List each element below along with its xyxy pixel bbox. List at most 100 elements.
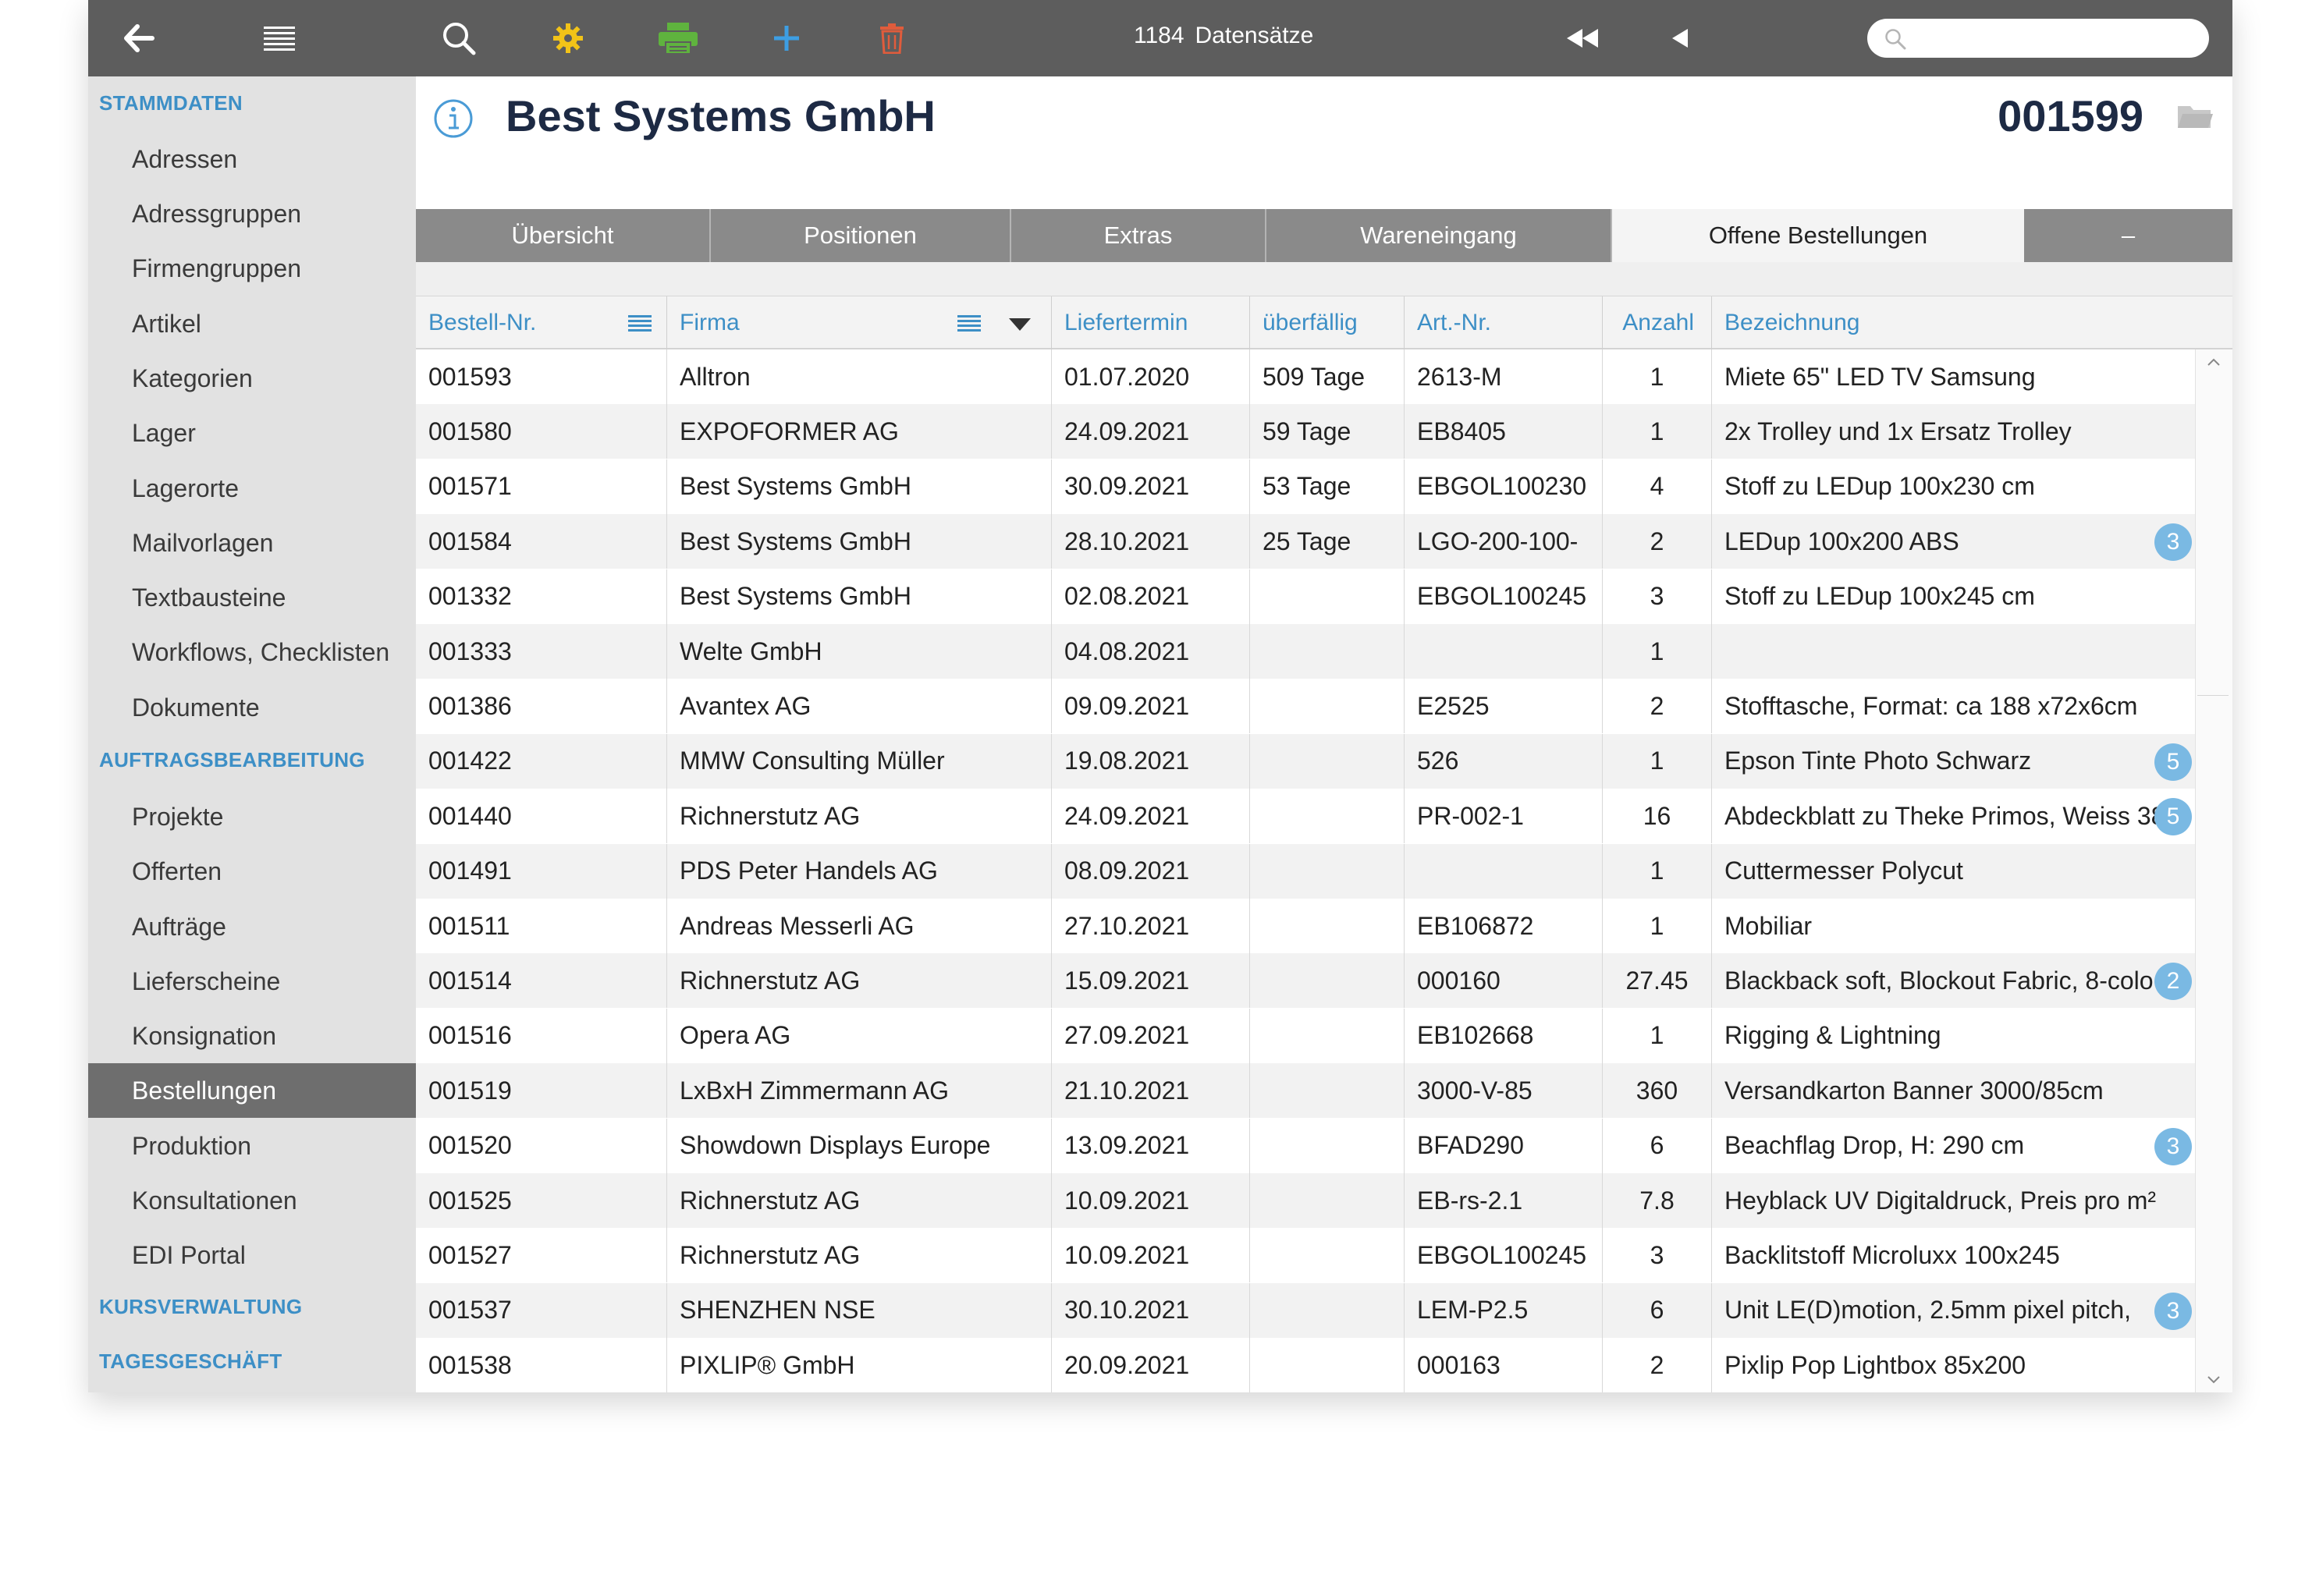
sidebar-item-lager[interactable]: Lager	[88, 406, 416, 460]
sidebar-item-adressen[interactable]: Adressen	[88, 132, 416, 186]
scrollbar[interactable]	[2195, 349, 2232, 1392]
sidebar-item-konsultationen[interactable]: Konsultationen	[88, 1173, 416, 1228]
cell-anzahl: 16	[1603, 789, 1712, 844]
search-icon	[443, 23, 476, 55]
sidebar-item-offerten[interactable]: Offerten	[88, 844, 416, 899]
search-button[interactable]	[424, 0, 494, 76]
cell-ueberfaellig: 53 Tage	[1250, 459, 1405, 514]
sidebar-section-stammdaten[interactable]: STAMMDATEN	[99, 87, 243, 119]
sidebar-item-mailvorlagen[interactable]: Mailvorlagen	[88, 516, 416, 570]
table-row[interactable]: 001519 LxBxH Zimmermann AG 21.10.2021 3000-…	[416, 1063, 2195, 1119]
column-header-firma[interactable]: Firma	[667, 296, 1052, 349]
cell-art-nr: E2525	[1405, 679, 1603, 734]
cell-liefertermin: 08.09.2021	[1052, 843, 1250, 899]
table-row[interactable]: 001514 Richnerstutz AG 15.09.2021 000160 27.…	[416, 953, 2195, 1009]
sidebar-item-konsignation[interactable]: Konsignation	[88, 1009, 416, 1063]
search-input[interactable]	[1913, 23, 2193, 54]
search-field[interactable]	[1867, 19, 2209, 58]
column-header-anzahl[interactable]: Anzahl	[1603, 296, 1712, 349]
count-badge[interactable]: 3	[2154, 1292, 2192, 1330]
previous-record-button[interactable]	[1649, 0, 1711, 76]
add-button[interactable]	[751, 0, 822, 76]
cell-firma: Richnerstutz AG	[667, 953, 1052, 1009]
cell-art-nr: EB106872	[1405, 899, 1603, 953]
scroll-thumb[interactable]	[2197, 378, 2229, 696]
sort-descending-icon[interactable]	[1009, 318, 1031, 331]
sidebar-section-tagesgeschaeft[interactable]: TAGESGESCHÄFT	[99, 1346, 282, 1377]
table-row[interactable]: 001527 Richnerstutz AG 10.09.2021 EBGOL1002…	[416, 1228, 2195, 1283]
cell-bezeichnung: Miete 65" LED TV Samsung	[1724, 362, 2036, 391]
column-header-ueberfaellig[interactable]: überfällig	[1250, 296, 1405, 349]
settings-button[interactable]	[533, 0, 603, 76]
back-arrow-icon	[124, 24, 154, 52]
scroll-up-icon[interactable]	[2207, 357, 2221, 367]
table-row[interactable]: 001491 PDS Peter Handels AG 08.09.2021 1 Cut…	[416, 843, 2195, 899]
sidebar-item-adressgruppen[interactable]: Adressgruppen	[88, 186, 416, 241]
list-menu-button[interactable]	[244, 0, 314, 76]
tab-uebersicht[interactable]: Übersicht	[416, 209, 711, 262]
delete-button[interactable]	[857, 0, 927, 76]
count-badge[interactable]: 3	[2154, 1127, 2192, 1165]
back-button[interactable]	[104, 0, 174, 76]
cell-bestell-nr: 001527	[416, 1228, 667, 1283]
table-row[interactable]: 001440 Richnerstutz AG 24.09.2021 PR-002-1 1…	[416, 789, 2195, 844]
cell-firma: EXPOFORMER AG	[667, 404, 1052, 459]
cell-bezeichnung: Blackback soft, Blockout Fabric, 8-colo	[1724, 966, 2154, 995]
table-row[interactable]: 001537 SHENZHEN NSE 30.10.2021 LEM-P2.5 6 Uni…	[416, 1282, 2195, 1338]
table-row[interactable]: 001580 EXPOFORMER AG 24.09.2021 59 Tage EB84…	[416, 404, 2195, 459]
table-row[interactable]: 001516 Opera AG 27.09.2021 EB102668 1 Rigging…	[416, 1008, 2195, 1063]
tab-positionen[interactable]: Positionen	[711, 209, 1011, 262]
count-badge[interactable]: 5	[2154, 743, 2192, 781]
table-row[interactable]: 001571 Best Systems GmbH 30.09.2021 53 Tage…	[416, 459, 2195, 514]
tab-offene-bestellungen[interactable]: Offene Bestellungen	[1612, 209, 2024, 262]
sidebar-item-dokumente[interactable]: Dokumente	[88, 680, 416, 735]
column-list-icon[interactable]	[628, 314, 652, 332]
sidebar-item-edi-portal[interactable]: EDI Portal	[88, 1228, 416, 1282]
table-row[interactable]: 001332 Best Systems GmbH 02.08.2021 EBGOL10…	[416, 569, 2195, 624]
folder-icon[interactable]	[2176, 101, 2214, 131]
tab-extras[interactable]: Extras	[1011, 209, 1266, 262]
sidebar-item-auftraege[interactable]: Aufträge	[88, 899, 416, 954]
column-header-liefertermin[interactable]: Liefertermin	[1052, 296, 1250, 349]
table-row[interactable]: 001333 Welte GmbH 04.08.2021 1	[416, 624, 2195, 679]
table-row[interactable]: 001584 Best Systems GmbH 28.10.2021 25 Tage…	[416, 514, 2195, 569]
table-row[interactable]: 001511 Andreas Messerli AG 27.10.2021 EB106…	[416, 899, 2195, 953]
table-row[interactable]: 001538 PIXLIP® GmbH 20.09.2021 000163 2 Pixli…	[416, 1338, 2195, 1393]
cell-bezeichnung: Backlitstoff Microluxx 100x245	[1724, 1240, 2060, 1269]
sidebar-item-firmengruppen[interactable]: Firmengruppen	[88, 241, 416, 296]
column-header-art-nr[interactable]: Art.-Nr.	[1405, 296, 1603, 349]
column-list-icon[interactable]	[957, 314, 981, 332]
table-row[interactable]: 001386 Avantex AG 09.09.2021 E2525 2 Stofftas…	[416, 679, 2195, 734]
sidebar-item-workflows[interactable]: Workflows, Checklisten	[88, 625, 416, 679]
table-row[interactable]: 001520 Showdown Displays Europe 13.09.2021…	[416, 1118, 2195, 1173]
cell-firma: Richnerstutz AG	[667, 789, 1052, 844]
tab-wareneingang[interactable]: Wareneingang	[1266, 209, 1612, 262]
scroll-down-icon[interactable]	[2207, 1375, 2221, 1385]
sidebar-section-auftragsbearbeitung[interactable]: AUFTRAGSBEARBEITUNG	[99, 744, 365, 775]
sidebar-item-projekte[interactable]: Projekte	[88, 789, 416, 844]
table-row[interactable]: 001422 MMW Consulting Müller 19.08.2021 526…	[416, 733, 2195, 789]
cell-art-nr: 526	[1405, 733, 1603, 789]
print-button[interactable]	[639, 0, 717, 76]
table-row[interactable]: 001593 Alltron 01.07.2020 509 Tage 2613-M 1 Mi…	[416, 349, 2195, 404]
sidebar-item-kategorien[interactable]: Kategorien	[88, 351, 416, 406]
tab-collapse[interactable]: –	[2024, 209, 2232, 262]
sidebar-section-kursverwaltung[interactable]: KURSVERWALTUNG	[99, 1291, 302, 1322]
column-header-bezeichnung[interactable]: Bezeichnung	[1712, 296, 2232, 349]
count-badge[interactable]: 3	[2154, 523, 2192, 562]
sidebar-item-produktion[interactable]: Produktion	[88, 1119, 416, 1173]
table-row[interactable]: 001525 Richnerstutz AG 10.09.2021 EB-rs-2.1…	[416, 1173, 2195, 1228]
first-record-button[interactable]	[1547, 0, 1618, 76]
sidebar-item-lieferscheine[interactable]: Lieferscheine	[88, 954, 416, 1009]
cell-firma: Avantex AG	[667, 679, 1052, 734]
sidebar-item-artikel[interactable]: Artikel	[88, 296, 416, 351]
sidebar-item-lagerorte[interactable]: Lagerorte	[88, 461, 416, 516]
cell-bezeichnung: Abdeckblatt zu Theke Primos, Weiss 38	[1724, 801, 2165, 830]
cell-liefertermin: 19.08.2021	[1052, 733, 1250, 789]
count-badge[interactable]: 5	[2154, 798, 2192, 836]
cell-art-nr: PR-002-1	[1405, 789, 1603, 844]
sidebar-item-bestellungen[interactable]: Bestellungen	[88, 1063, 416, 1118]
sidebar-item-textbausteine[interactable]: Textbausteine	[88, 570, 416, 625]
info-icon[interactable]	[433, 98, 474, 139]
cell-liefertermin: 10.09.2021	[1052, 1173, 1250, 1228]
